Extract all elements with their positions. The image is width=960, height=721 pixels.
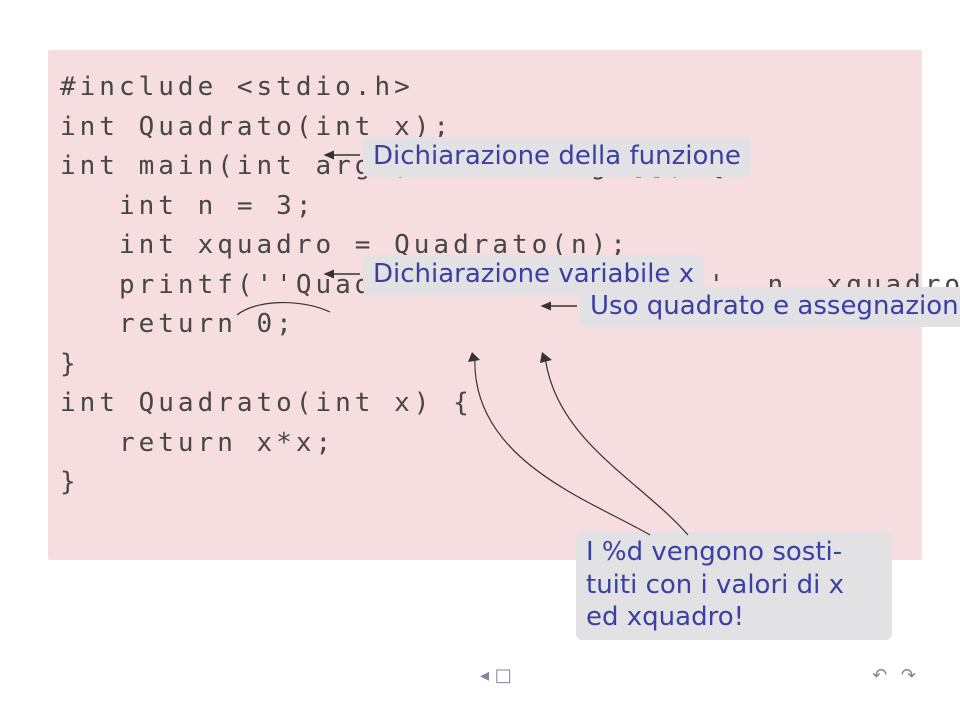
annotation-use-assignment: Uso quadrato e assegnazione [580, 287, 960, 327]
code-line-14: } [60, 463, 904, 503]
code-line-1: #include <stdio.h> [60, 68, 904, 108]
nav-right-icons[interactable]: ↶ ↷ [872, 665, 920, 686]
annotation-substitution: I %d vengono sosti- tuiti con i valori d… [576, 532, 892, 640]
code-line-13: return x*x; [60, 424, 904, 464]
nav-left-icons[interactable]: ◂ □ [480, 665, 512, 686]
code-line-10: } [60, 345, 904, 385]
slide-area: #include <stdio.h> int Quadrato(int x); … [0, 40, 960, 700]
code-line-6: int n = 3; [60, 187, 904, 227]
code-line-12: int Quadrato(int x) { [60, 384, 904, 424]
annotation-function-declaration: Dichiarazione della funzione [363, 137, 751, 177]
